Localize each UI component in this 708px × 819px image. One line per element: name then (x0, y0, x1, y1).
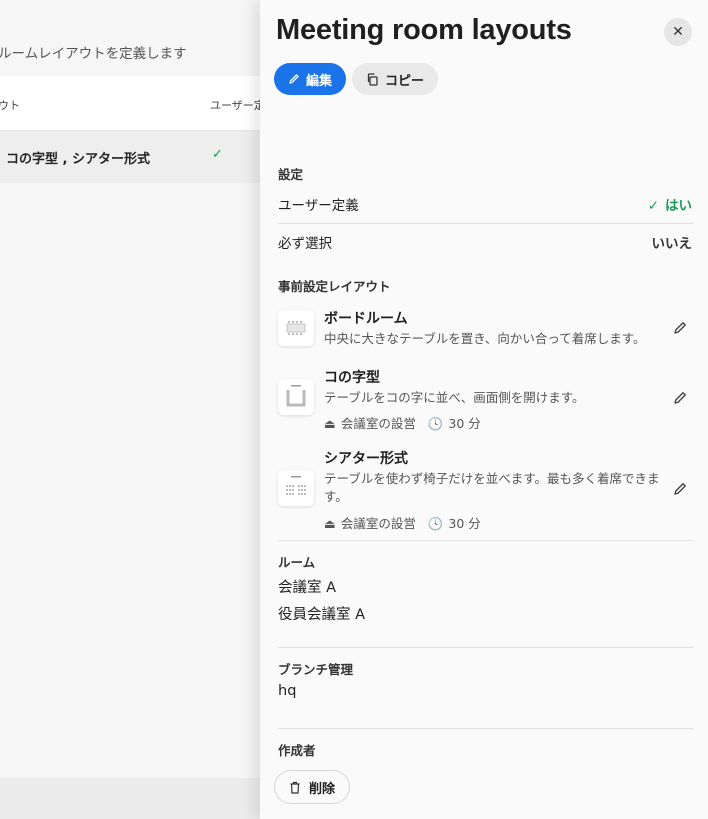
layout-title: ボードルーム (324, 311, 408, 327)
boardroom-thumbnail (278, 310, 314, 346)
user-defined-value: ✓ はい (647, 198, 692, 214)
row-layout-names: コの字型 , シアター形式 (6, 152, 150, 167)
room-value: 役員会議室 A (278, 607, 366, 623)
page-description: ルームレイアウトを定義します (0, 46, 187, 62)
clock-icon: 🕓 (427, 416, 444, 431)
layout-description: テーブルを使わず椅子だけを並べます。最も多く着席できます。 (324, 471, 660, 504)
required-row: 必ず選択 いいえ (278, 223, 692, 261)
divider (278, 540, 694, 541)
clock-icon: 🕓 (427, 516, 444, 531)
layouts-list-card: ルームレイアウトを定義します ウト ユーザー定 コの字型 , シアター形式 ✓ (0, 0, 270, 778)
edit-button-label: 編集 (306, 73, 333, 89)
branch-value: hq (278, 683, 297, 699)
setup-icon: ⏏ (324, 516, 336, 531)
table-header: ウト ユーザー定 (0, 76, 270, 131)
column-header-layout[interactable]: ウト (0, 97, 20, 113)
layout-title: シアター形式 (324, 451, 408, 467)
theater-thumbnail (278, 470, 314, 506)
layout-description: 中央に大きなテーブルを置き、向かい合って着席します。 (324, 331, 646, 346)
layout-detail-drawer: Meeting room layouts ✕ 編集 コピー 設定 ユーザー定義 … (260, 0, 708, 819)
trash-icon (290, 781, 300, 794)
table-row[interactable]: コの字型 , シアター形式 ✓ (0, 131, 270, 183)
close-icon: ✕ (672, 24, 684, 40)
layout-meta: ⏏ 会議室の設営 🕓 30 分 (324, 416, 481, 431)
setup-icon: ⏏ (324, 416, 336, 431)
edit-icon[interactable] (671, 480, 689, 498)
user-defined-row: ユーザー定義 ✓ はい (278, 185, 692, 223)
delete-button-label: 削除 (309, 781, 336, 797)
column-header-user-defined[interactable]: ユーザー定 (210, 97, 265, 113)
room-value: 会議室 A (278, 580, 337, 596)
background-footer (0, 778, 270, 819)
branch-label: ブランチ管理 (278, 662, 354, 677)
u-shape-thumbnail (278, 379, 314, 415)
required-value: いいえ (651, 236, 693, 252)
layout-meta: ⏏ 会議室の設営 🕓 30 分 (324, 516, 481, 531)
user-defined-label: ユーザー定義 (278, 198, 359, 214)
check-icon: ✓ (212, 147, 223, 162)
creator-label: 作成者 (278, 743, 316, 758)
edit-icon[interactable] (671, 389, 689, 407)
divider (278, 647, 694, 648)
pencil-icon (289, 74, 299, 84)
preset-layouts-heading: 事前設定レイアウト (278, 279, 391, 294)
copy-button[interactable]: コピー (352, 63, 439, 95)
layout-title: コの字型 (324, 370, 380, 386)
delete-button[interactable]: 削除 (274, 770, 351, 804)
edit-icon[interactable] (671, 319, 689, 337)
check-icon: ✓ (647, 198, 659, 214)
divider (278, 728, 694, 729)
edit-button[interactable]: 編集 (274, 63, 347, 95)
layout-description: テーブルをコの字に並べ、画面側を開けます。 (324, 390, 585, 405)
layouts-table: ウト ユーザー定 コの字型 , シアター形式 ✓ (0, 76, 270, 183)
copy-button-label: コピー (385, 73, 425, 89)
drawer-actions: 編集 コピー (274, 63, 439, 95)
required-label: 必ず選択 (278, 236, 332, 252)
settings-heading: 設定 (278, 167, 304, 182)
rooms-label: ルーム (278, 555, 316, 570)
close-button[interactable]: ✕ (664, 18, 692, 46)
drawer-title: Meeting room layouts (276, 14, 572, 46)
copy-icon (367, 72, 378, 86)
